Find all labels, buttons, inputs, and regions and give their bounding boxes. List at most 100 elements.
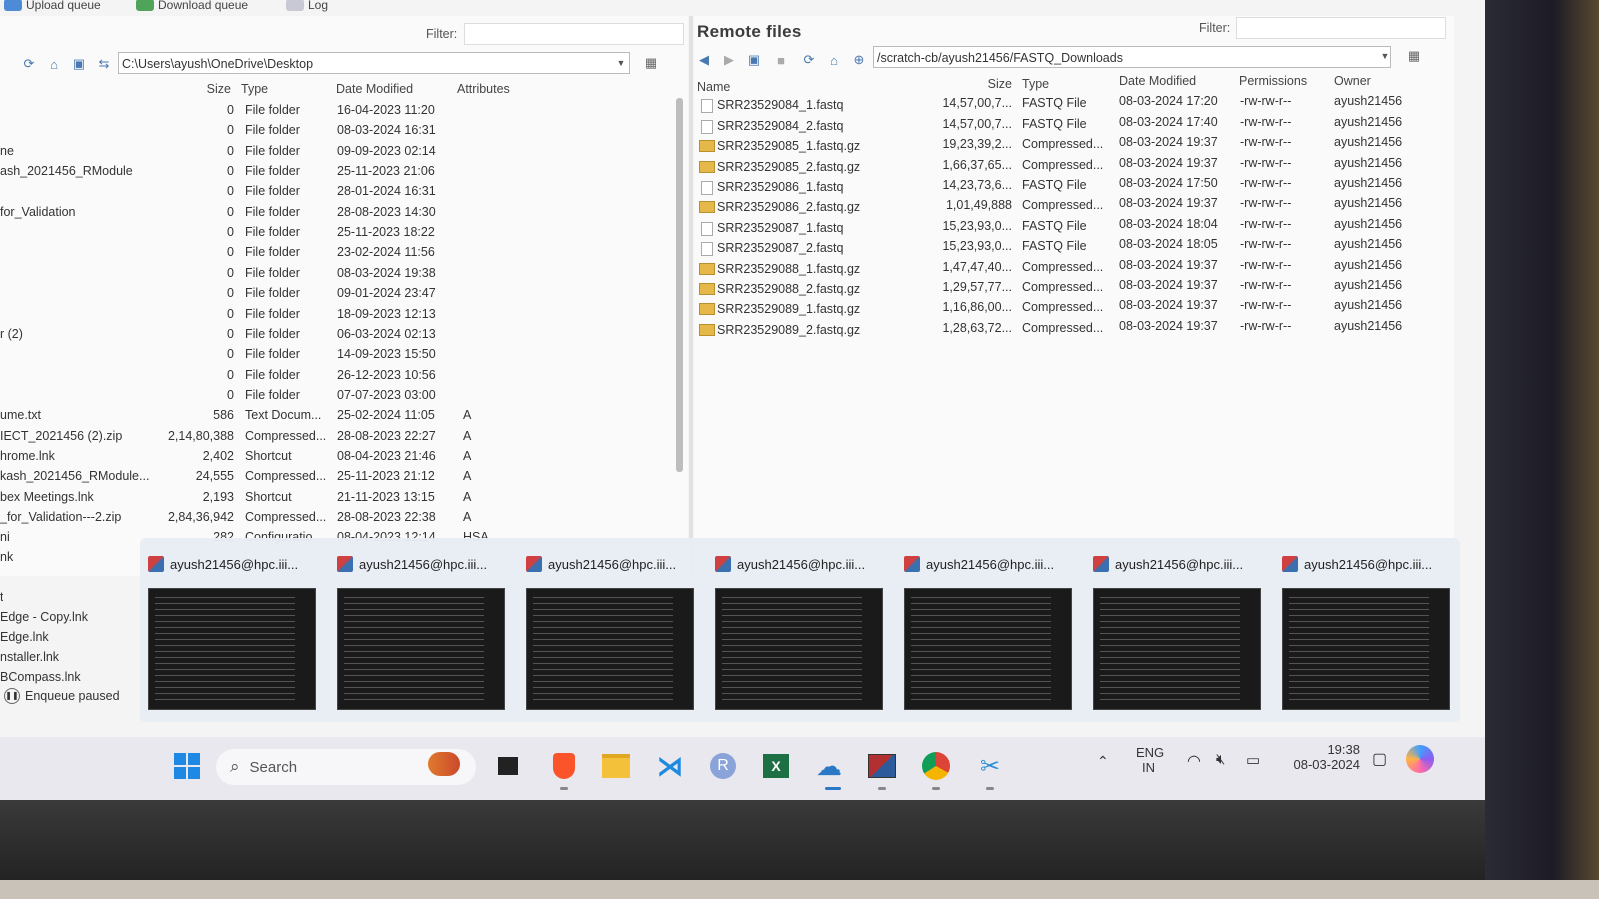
file-type: Compressed... <box>1022 137 1104 151</box>
brave-icon[interactable] <box>548 750 580 782</box>
chevron-down-icon[interactable]: ▼ <box>612 54 630 72</box>
window-preview-title: ayush21456@hpc.iii... <box>1093 556 1261 572</box>
upload-queue-button[interactable]: Upload queue <box>4 0 101 12</box>
col-remote-type[interactable]: Type <box>1022 77 1049 91</box>
col-type[interactable]: Type <box>241 82 268 96</box>
wifi-icon[interactable]: ◠ <box>1187 751 1201 771</box>
remote-refresh-icon[interactable]: ⟳ <box>800 51 818 69</box>
file-icon <box>701 242 713 256</box>
sync-browse-icon[interactable]: ⇆ <box>95 55 113 73</box>
table-row[interactable] <box>0 366 670 385</box>
list-item[interactable]: BCompass.lnk <box>0 670 81 684</box>
table-row[interactable] <box>0 243 670 262</box>
remote-new-folder-icon[interactable]: ⊕ <box>850 51 868 69</box>
back-icon[interactable]: ◀ <box>695 51 713 69</box>
window-preview-title: ayush21456@hpc.iii... <box>526 556 694 572</box>
terminal-icon[interactable] <box>866 750 898 782</box>
archive-icon <box>699 283 715 295</box>
remote-filter-input[interactable] <box>1236 17 1446 39</box>
file-type: FASTQ File <box>1022 178 1087 192</box>
local-filter-input[interactable] <box>464 23 684 45</box>
table-row[interactable] <box>0 121 670 140</box>
file-size: 0 <box>227 144 234 158</box>
local-scrollbar[interactable] <box>676 98 683 472</box>
file-size: 0 <box>227 388 234 402</box>
volume-muted-icon[interactable]: 🔇︎ <box>1216 751 1225 768</box>
new-folder-icon[interactable]: ▣ <box>70 55 88 73</box>
remote-path-field[interactable]: /scratch-cb/ayush21456/FASTQ_Downloads <box>873 46 1391 68</box>
list-item[interactable]: Edge - Copy.lnk <box>0 610 88 624</box>
list-item[interactable]: nk <box>0 550 13 564</box>
copilot-icon[interactable] <box>1406 745 1434 776</box>
col-name[interactable]: Name <box>697 80 730 94</box>
task-view-icon[interactable] <box>492 750 524 782</box>
file-date: 28-08-2023 22:38 <box>337 510 436 524</box>
r-icon[interactable]: R <box>707 750 739 782</box>
file-owner: ayush21456 <box>1334 278 1403 292</box>
col-attributes[interactable]: Attributes <box>457 82 510 96</box>
file-type: Text Docum... <box>245 408 322 422</box>
file-type: File folder <box>245 123 300 137</box>
table-row[interactable] <box>0 284 670 303</box>
col-owner[interactable]: Owner <box>1334 74 1371 88</box>
snipping-tool-icon[interactable]: ✂ <box>974 750 1006 782</box>
file-owner: ayush21456 <box>1334 196 1403 210</box>
notification-icon[interactable]: ▢ <box>1372 749 1387 769</box>
file-type: Compressed... <box>1022 260 1104 274</box>
file-size: 15,23,93,0... <box>942 239 1012 253</box>
log-button[interactable]: Log <box>286 0 328 12</box>
table-row[interactable] <box>0 345 670 364</box>
stop-icon[interactable]: ■ <box>772 51 790 69</box>
cloud-sync-icon[interactable]: ☁ <box>813 750 845 782</box>
col-remote-date[interactable]: Date Modified <box>1119 74 1196 88</box>
list-item[interactable]: nstaller.lnk <box>0 650 59 664</box>
clock-date: 08-03-2024 <box>1293 757 1361 772</box>
table-row[interactable] <box>0 386 670 405</box>
list-item[interactable]: t <box>0 590 3 604</box>
refresh-icon[interactable]: ⟳ <box>20 55 38 73</box>
remote-chevron-down-icon[interactable]: ▼ <box>1376 47 1394 65</box>
remote-view-mode-icon[interactable]: ▦ <box>1405 47 1423 65</box>
parent-folder-icon[interactable]: ▣ <box>745 51 763 69</box>
file-owner: ayush21456 <box>1334 156 1403 170</box>
file-type: File folder <box>245 103 300 117</box>
view-mode-icon[interactable]: ▦ <box>642 54 660 72</box>
table-row[interactable] <box>0 101 670 120</box>
list-item[interactable]: Edge.lnk <box>0 630 49 644</box>
language-indicator[interactable]: ENG IN <box>1136 745 1164 775</box>
table-row[interactable] <box>0 264 670 283</box>
start-button[interactable] <box>171 750 203 782</box>
excel-icon[interactable]: X <box>760 750 792 782</box>
file-explorer-icon[interactable] <box>600 750 632 782</box>
window-title-text: ayush21456@hpc.iii... <box>170 556 299 572</box>
file-attributes: A <box>463 469 472 483</box>
file-size: 14,57,00,7... <box>942 117 1012 131</box>
chevron-up-icon[interactable]: ⌃ <box>1097 753 1109 770</box>
table-row[interactable] <box>0 223 670 242</box>
col-size[interactable]: Size <box>150 82 231 96</box>
home-icon[interactable]: ⌂ <box>45 55 63 73</box>
file-date: 28-08-2023 14:30 <box>337 205 436 219</box>
table-row[interactable] <box>0 182 670 201</box>
table-row[interactable] <box>0 305 670 324</box>
file-name: SRR23529085_1.fastq.gz <box>717 139 861 153</box>
battery-icon[interactable]: ▭ <box>1246 751 1260 769</box>
windows-logo-icon <box>174 753 200 779</box>
local-path-field[interactable]: C:\Users\ayush\OneDrive\Desktop <box>118 52 630 74</box>
vscode-icon[interactable]: ⋊ <box>654 750 686 782</box>
file-name: ni <box>0 530 10 544</box>
col-remote-size[interactable]: Size <box>960 77 1012 91</box>
window-preview-title: ayush21456@hpc.iii... <box>337 556 505 572</box>
terminal-preview-image <box>148 588 316 710</box>
download-queue-button[interactable]: Download queue <box>136 0 248 12</box>
widgets-icon[interactable] <box>428 748 460 780</box>
col-date-modified[interactable]: Date Modified <box>336 82 413 96</box>
monitor-bezel <box>1485 0 1599 899</box>
remote-home-icon[interactable]: ⌂ <box>825 51 843 69</box>
file-size: 0 <box>227 164 234 178</box>
pane-splitter[interactable] <box>689 16 693 576</box>
chrome-icon[interactable] <box>920 750 952 782</box>
forward-icon[interactable]: ▶ <box>720 51 738 69</box>
clock[interactable]: 19:38 08-03-2024 <box>1284 742 1361 772</box>
col-permissions[interactable]: Permissions <box>1239 74 1307 88</box>
